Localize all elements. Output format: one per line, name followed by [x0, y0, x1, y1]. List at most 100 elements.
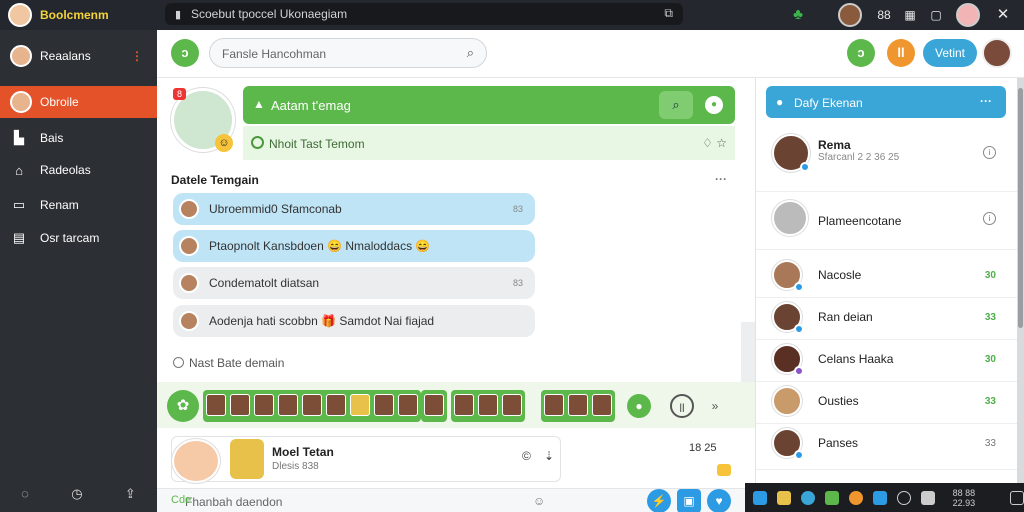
taskbar: 88 88 22.93	[745, 483, 1024, 512]
address-text: Scoebut tpoccel Ukonaegiam	[191, 7, 348, 21]
add-contact-button[interactable]: ✿	[167, 390, 199, 422]
avatar-group[interactable]	[541, 390, 615, 422]
start-icon[interactable]	[753, 490, 767, 505]
vetint-button[interactable]: Vetint	[923, 39, 977, 67]
banner-info-icon[interactable]: ●	[705, 96, 723, 114]
chat-message[interactable]: Aodenja hati scobbn 🎁 Samdot Nai fiajad	[173, 305, 535, 337]
contact-name: Celans Haaka	[818, 352, 894, 366]
grid-icon[interactable]: ▦	[902, 4, 918, 26]
menu-label[interactable]: 88 fa	[873, 4, 895, 44]
window-icon[interactable]: ▢	[928, 4, 944, 26]
reply-icon[interactable]: ©	[522, 449, 531, 463]
avatar-group[interactable]	[203, 390, 421, 422]
contact-item[interactable]: Nacosle 30	[756, 250, 1018, 298]
pause-button[interactable]: ll	[887, 39, 915, 67]
chat-card[interactable]: Moel Tetan Dlesis 838 © ⇣	[171, 436, 561, 483]
contacts-header[interactable]: ● Dafy Ekenan ···	[766, 86, 1006, 118]
user-avatar-small[interactable]	[838, 3, 862, 27]
chat-message[interactable]: Ptaopnolt Kansbdoen 😄 Nmaloddacs 😄	[173, 230, 535, 262]
contact-item[interactable]: Ousties 33	[756, 382, 1018, 424]
contact-item[interactable]: Ran deian 33	[756, 298, 1018, 340]
message-text: Condematolt diatsan	[209, 276, 320, 290]
right-scrollbar[interactable]	[1017, 78, 1024, 483]
address-bar[interactable]: ▮ Scoebut tpoccel Ukonaegiam ⧉	[165, 3, 683, 25]
notification-icon[interactable]	[1010, 490, 1024, 505]
contact-item[interactable]: Panses 33	[756, 424, 1018, 470]
compose-button[interactable]: ↄ	[171, 39, 199, 67]
list-icon: ▤	[12, 230, 26, 245]
more-options-icon[interactable]: ···	[715, 172, 727, 186]
footer-note[interactable]: Nast Bate demain	[173, 356, 284, 370]
more-options-icon[interactable]: ···	[980, 94, 992, 108]
pause-icon[interactable]: ll	[670, 394, 694, 418]
emoji-icon[interactable]: ☺	[533, 494, 545, 508]
avatar-group[interactable]	[451, 390, 525, 422]
sidebar-item-renam[interactable]: ▭ Renam	[0, 189, 157, 221]
chat-message[interactable]: Ubroemmid0 Sfamconab 83	[173, 193, 535, 225]
bolt-icon[interactable]: ⚡	[647, 489, 671, 512]
contact-meta: 30	[984, 354, 996, 365]
image-icon[interactable]: ▣	[677, 489, 701, 512]
online-indicator	[794, 366, 804, 376]
close-icon[interactable]: ✕	[994, 4, 1012, 26]
store-icon[interactable]	[824, 490, 839, 505]
contacts-panel: ● Dafy Ekenan ··· Rema Sfarcanl 2 2 36 2…	[755, 78, 1018, 483]
main-header: ↄ Fansle Hancohman ⌕ ↄ ll Vetint	[157, 30, 1024, 78]
sidebar-profile[interactable]: Reaalans ⋮	[0, 40, 157, 72]
check-circle-icon	[251, 136, 264, 149]
message-text: Aodenja hati scobbn 🎁 Samdot Nai fiajad	[209, 314, 435, 328]
house-icon: ⌂	[15, 162, 23, 178]
info-icon[interactable]: i	[983, 212, 996, 225]
contact-sub: Sfarcanl 2 2 36 25	[818, 152, 900, 163]
card-meta: 18 25	[689, 442, 717, 454]
avatar-group[interactable]	[421, 390, 447, 422]
contact-meta: 33	[984, 312, 996, 323]
forward-icon[interactable]: »	[703, 394, 727, 418]
pin-icon[interactable]: ⇣	[544, 449, 554, 463]
banner-search-icon[interactable]: ⌕	[659, 91, 693, 119]
contact-item[interactable]: Rema Sfarcanl 2 2 36 25 i	[756, 126, 1018, 192]
browser-icon[interactable]	[800, 490, 815, 505]
sidebar-item-label: Bais	[40, 131, 64, 145]
record-icon[interactable]: ●	[627, 394, 651, 418]
info-icon[interactable]: i	[983, 146, 996, 159]
extension-icon[interactable]: ⧉	[664, 6, 673, 21]
online-indicator	[794, 282, 804, 292]
profile-avatar[interactable]	[956, 3, 980, 27]
tray-icon[interactable]	[920, 490, 935, 505]
banner-subtitle-row[interactable]: Nhoit Tast Temom ♢ ☆	[243, 126, 735, 160]
sidebar-item-radeolas[interactable]: ⌂ Radeolas	[0, 154, 157, 186]
chat-icon[interactable]: ◌	[21, 486, 29, 506]
message-tag: 83	[512, 278, 523, 288]
upload-icon[interactable]: ⇪	[125, 486, 136, 506]
compose-bar[interactable]: Cde Fhanbah daendon ☺ ⚡ ▣ ♥	[157, 488, 755, 512]
center-scrollbar[interactable]	[741, 322, 755, 382]
card-name: Moel Tetan	[272, 445, 334, 459]
message-avatar	[179, 236, 199, 256]
sidebar-profile-label: Reaalans	[40, 49, 91, 63]
contact-item[interactable]: Celans Haaka 30	[756, 340, 1018, 382]
search-icon[interactable]: ⌕	[467, 45, 474, 61]
featured-banner[interactable]: ▲ Aatam t'emag ⌕ ●	[243, 86, 735, 124]
sidebar-item-obroile[interactable]: Obroile	[0, 86, 157, 118]
leaf-icon[interactable]: ♣	[788, 4, 808, 26]
like-icon[interactable]: ♢ ☆	[702, 136, 727, 150]
chat-message[interactable]: Condematolt diatsan 83	[173, 267, 535, 299]
edge-icon[interactable]	[872, 490, 887, 505]
contact-meta: 30	[984, 270, 996, 281]
search-input[interactable]: Fansle Hancohman ⌕	[209, 38, 487, 68]
online-indicator	[800, 162, 810, 172]
main-content: 8 ☺ ▲ Aatam t'emag ⌕ ● Nhoit Tast Temom …	[157, 78, 755, 512]
sidebar-item-bais[interactable]: ▙ Bais	[0, 122, 157, 154]
bird-icon[interactable]: ♥	[707, 489, 731, 512]
clock-icon[interactable]: ◷	[71, 486, 82, 506]
sidebar-item-osr-tarcam[interactable]: ▤ Osr tarcam	[0, 222, 157, 254]
contact-item[interactable]: Plameencotane i	[756, 192, 1018, 250]
timer-button[interactable]: ↄ	[847, 39, 875, 67]
settings-icon[interactable]	[896, 490, 911, 505]
warning-icon: ▲	[253, 97, 265, 111]
chrome-icon[interactable]	[848, 490, 863, 505]
header-avatar[interactable]	[982, 38, 1012, 68]
scroll-thumb[interactable]	[1018, 88, 1023, 328]
folder-icon[interactable]	[776, 490, 791, 505]
